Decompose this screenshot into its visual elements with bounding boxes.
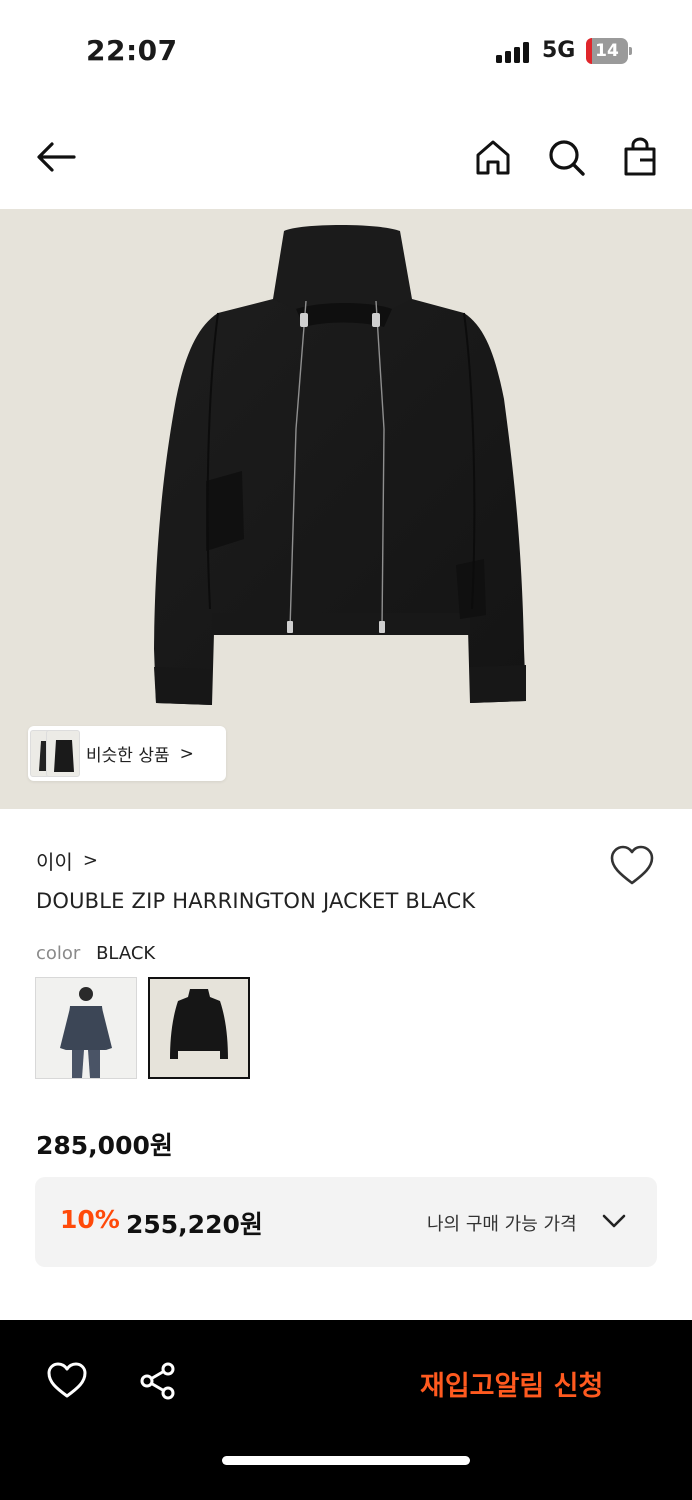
home-indicator[interactable] (222, 1456, 470, 1465)
share-icon (140, 1362, 175, 1400)
my-price-dropdown[interactable]: 10% 255,220원 나의 구매 가능 가격 (35, 1177, 657, 1267)
cellular-signal-icon (496, 41, 532, 63)
my-price-label: 나의 구매 가능 가격 (427, 1214, 577, 1235)
color-label: color (36, 943, 81, 964)
sale-price: 255,220원 (126, 1210, 263, 1239)
jacket-thumb (150, 979, 248, 1077)
brand-name: 이이 (36, 850, 73, 874)
restock-alert-button[interactable]: 재입고알림 신청 (420, 1364, 603, 1403)
color-swatch-black[interactable] (148, 977, 250, 1079)
product-title: DOUBLE ZIP HARRINGTON JACKET BLACK (36, 889, 476, 913)
color-swatch-navy[interactable] (35, 977, 137, 1079)
cart-button[interactable] (618, 135, 662, 179)
similar-thumb (46, 730, 80, 777)
similar-products-label: 비슷한 상품 (86, 746, 170, 766)
battery-icon: 14 (586, 38, 632, 64)
search-icon (549, 140, 585, 176)
product-image[interactable]: 비슷한 상품 > (0, 209, 692, 809)
shopping-bag-icon (624, 137, 656, 176)
chevron-right-icon: > (179, 743, 194, 764)
chevron-right-icon: > (82, 850, 98, 871)
color-value: BLACK (96, 943, 156, 964)
heart-icon (610, 845, 654, 885)
status-bar: 22:07 5G 14 (0, 0, 692, 100)
back-button[interactable] (34, 135, 78, 179)
heart-icon (47, 1362, 87, 1398)
share-button[interactable] (137, 1360, 179, 1402)
status-time: 22:07 (86, 34, 178, 67)
bottom-wishlist-button[interactable] (46, 1360, 88, 1402)
top-navigation (0, 115, 692, 199)
brand-link[interactable]: 이이 > (36, 846, 98, 875)
network-label: 5G (542, 38, 576, 63)
similar-products-button[interactable]: 비슷한 상품 > (28, 726, 226, 781)
similar-thumbnails (28, 726, 80, 781)
jacket-illustration (154, 225, 526, 705)
arrow-left-icon (37, 142, 76, 172)
discount-rate: 10% (60, 1205, 120, 1234)
original-price: 285,000원 (36, 1131, 173, 1160)
bottom-action-bar: 재입고알림 신청 (0, 1320, 692, 1500)
home-icon (476, 140, 510, 175)
battery-level: 14 (595, 41, 619, 61)
search-button[interactable] (544, 135, 588, 179)
chevron-down-icon (602, 1214, 626, 1228)
model-photo (36, 978, 136, 1078)
home-button[interactable] (471, 135, 515, 179)
wishlist-button[interactable] (608, 844, 656, 888)
color-row: color BLACK (36, 943, 155, 964)
